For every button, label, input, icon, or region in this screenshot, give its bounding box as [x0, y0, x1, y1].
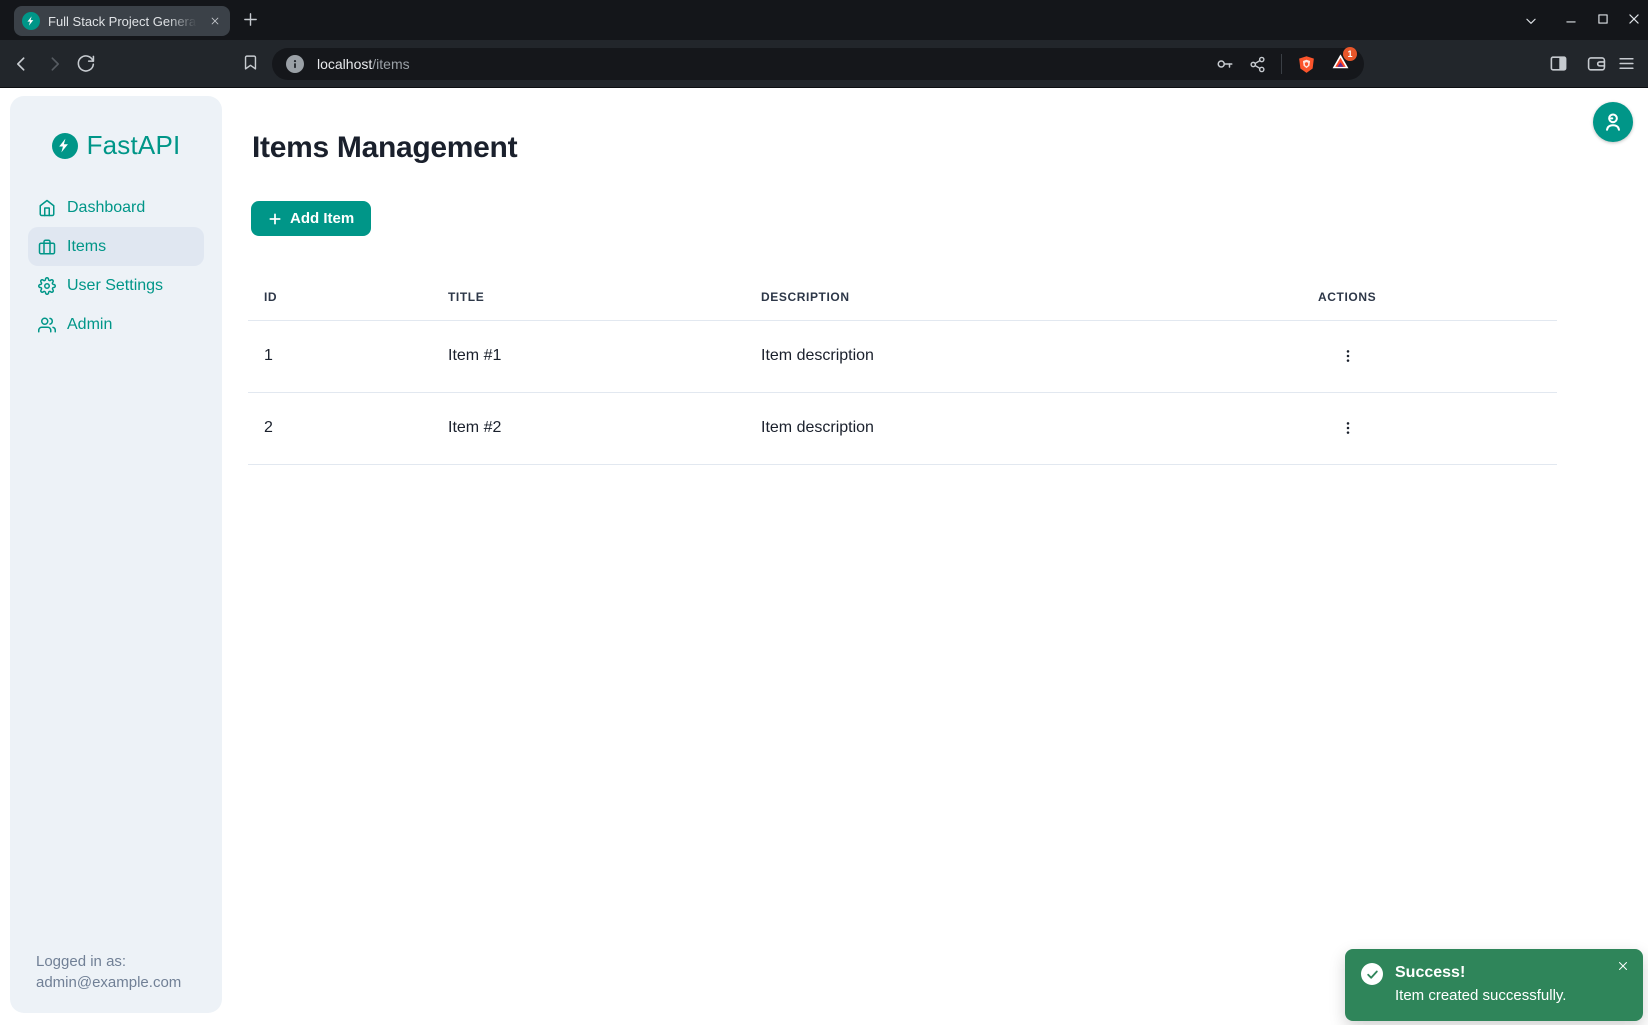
check-circle-icon: [1361, 963, 1383, 985]
home-icon: [38, 199, 56, 217]
url-bar[interactable]: localhost/items 1: [272, 48, 1364, 80]
column-header-id: ID: [248, 266, 432, 320]
url-text: localhost/items: [317, 56, 410, 72]
add-item-button[interactable]: Add Item: [251, 201, 371, 236]
bookmark-icon[interactable]: [242, 54, 259, 71]
toast-close-icon[interactable]: [1615, 958, 1631, 974]
sidebar-item-user-settings[interactable]: User Settings: [28, 266, 204, 305]
column-header-title: TITLE: [432, 266, 745, 320]
sidebar-item-label: Dashboard: [67, 199, 145, 217]
cell-title: Item #2: [432, 392, 745, 464]
cell-actions: [1302, 320, 1557, 392]
cell-description: Item description: [745, 320, 1302, 392]
user-avatar-icon: [1602, 111, 1624, 133]
url-host: localhost: [317, 56, 372, 72]
browser-titlebar: Full Stack Project Genera: [0, 0, 1648, 40]
user-menu-button[interactable]: [1593, 102, 1633, 142]
toast-message: Item created successfully.: [1395, 984, 1566, 1007]
sidebar-item-items[interactable]: Items: [28, 227, 204, 266]
fastapi-logo: FastAPI: [10, 130, 222, 161]
sidebar-item-label: Admin: [67, 316, 112, 334]
sidebar: FastAPI Dashboard Items User Settings: [10, 96, 222, 1013]
main-content: Items Management Add Item ID TITLE DESCR…: [248, 88, 1557, 465]
window-close-icon[interactable]: [1627, 12, 1641, 26]
share-icon[interactable]: [1249, 56, 1266, 73]
table-row: 1 Item #1 Item description: [248, 320, 1557, 392]
column-header-description: DESCRIPTION: [745, 266, 1302, 320]
toolbar-separator: [1281, 54, 1282, 74]
logged-in-info: Logged in as: admin@example.com: [36, 951, 181, 993]
vertical-dots-icon: [1340, 420, 1356, 436]
toast-title: Success!: [1395, 962, 1566, 984]
cell-description: Item description: [745, 392, 1302, 464]
url-path: /items: [372, 56, 409, 72]
fastapi-logo-text: FastAPI: [87, 130, 181, 161]
row-actions-menu-button[interactable]: [1334, 342, 1362, 370]
table-row: 2 Item #2 Item description: [248, 392, 1557, 464]
new-tab-button[interactable]: [242, 11, 259, 28]
window-maximize-icon[interactable]: [1596, 12, 1610, 26]
sidebar-item-label: User Settings: [67, 277, 163, 295]
gear-icon: [38, 277, 56, 295]
app-page: FastAPI Dashboard Items User Settings: [0, 88, 1648, 1025]
forward-icon[interactable]: [44, 54, 64, 74]
logged-in-label: Logged in as:: [36, 951, 181, 972]
password-key-icon[interactable]: [1216, 55, 1234, 73]
site-info-icon[interactable]: [286, 55, 304, 73]
sidebar-item-admin[interactable]: Admin: [28, 305, 204, 344]
add-item-button-label: Add Item: [290, 210, 354, 227]
table-header-row: ID TITLE DESCRIPTION ACTIONS: [248, 266, 1557, 320]
cell-id: 2: [248, 392, 432, 464]
items-table: ID TITLE DESCRIPTION ACTIONS 1 Item #1 I…: [248, 266, 1557, 465]
success-toast: Success! Item created successfully.: [1345, 949, 1643, 1021]
sidebar-toggle-icon[interactable]: [1549, 54, 1568, 73]
logged-in-email: admin@example.com: [36, 972, 181, 993]
cell-id: 1: [248, 320, 432, 392]
fastapi-logo-icon: [52, 133, 78, 159]
cell-actions: [1302, 392, 1557, 464]
browser-toolbar: localhost/items 1: [0, 40, 1648, 88]
column-header-actions: ACTIONS: [1302, 266, 1557, 320]
briefcase-icon: [38, 238, 56, 256]
window-minimize-icon[interactable]: [1564, 12, 1578, 26]
tab-search-icon[interactable]: [1524, 14, 1538, 28]
tab-close-icon[interactable]: [208, 14, 222, 28]
cell-title: Item #1: [432, 320, 745, 392]
users-icon: [38, 316, 56, 334]
sidebar-item-label: Items: [67, 238, 106, 256]
plus-icon: [268, 212, 282, 226]
page-title: Items Management: [252, 130, 1557, 165]
sidebar-nav: Dashboard Items User Settings Admin: [10, 188, 222, 344]
fastapi-favicon-icon: [22, 12, 40, 30]
rewards-badge: 1: [1343, 47, 1357, 61]
browser-tab[interactable]: Full Stack Project Genera: [14, 6, 230, 36]
vertical-dots-icon: [1340, 348, 1356, 364]
reload-icon[interactable]: [76, 54, 95, 73]
brave-shield-icon[interactable]: [1297, 55, 1316, 74]
menu-hamburger-icon[interactable]: [1617, 54, 1636, 73]
sidebar-item-dashboard[interactable]: Dashboard: [28, 188, 204, 227]
tab-title: Full Stack Project Genera: [48, 14, 200, 29]
back-icon[interactable]: [12, 54, 32, 74]
wallet-icon[interactable]: [1587, 54, 1606, 73]
row-actions-menu-button[interactable]: [1334, 414, 1362, 442]
